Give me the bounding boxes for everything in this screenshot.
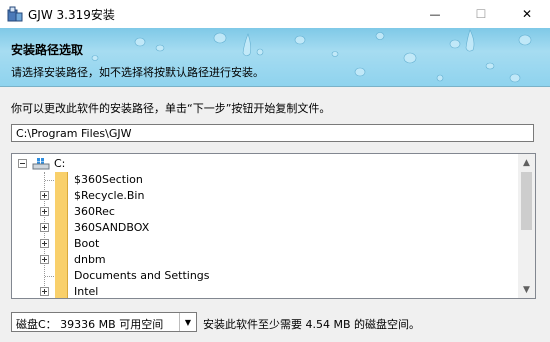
tree-item[interactable]: 360Rec <box>12 204 517 220</box>
tree-item-label: $360Section <box>74 173 143 186</box>
expand-icon[interactable] <box>40 255 49 264</box>
close-button[interactable]: ✕ <box>504 0 550 28</box>
tree-item-label: dnbm <box>74 253 106 266</box>
tree-item[interactable]: Documents and Settings <box>12 268 517 284</box>
folder-icon <box>55 204 68 220</box>
scroll-down-button[interactable]: ▼ <box>518 281 535 298</box>
window-title: GJW 3.319安装 <box>28 8 115 22</box>
chevron-down-icon: ▼ <box>523 284 530 295</box>
tree-item[interactable]: Boot <box>12 236 517 252</box>
installer-window: GJW 3.319安装 — ☐ ✕ 安装路径选取 请选择安装路径，如不选择将按默… <box>0 0 550 342</box>
header-banner: 安装路径选取 请选择安装路径，如不选择将按默认路径进行安装。 <box>0 28 550 87</box>
minimize-icon: — <box>429 7 441 21</box>
close-icon: ✕ <box>521 7 533 21</box>
chevron-up-icon: ▲ <box>523 157 530 168</box>
folder-tree[interactable]: C: $360Section $Recycle.Bin 360Rec 360SA… <box>11 153 536 299</box>
required-space-text: 安装此软件至少需要 4.54 MB 的磁盘空间。 <box>203 318 421 331</box>
tree-item[interactable]: dnbm <box>12 252 517 268</box>
tree-item[interactable]: 360SANDBOX <box>12 220 517 236</box>
tree-item[interactable]: $Recycle.Bin <box>12 188 517 204</box>
folder-icon <box>55 252 68 268</box>
minimize-button[interactable]: — <box>412 0 458 28</box>
instruction-text: 你可以更改此软件的安装路径，单击“下一步”按钮开始复制文件。 <box>11 102 331 115</box>
drive-select-value: 磁盘C： 39336 MB 可用空间 <box>16 318 164 331</box>
expand-icon[interactable] <box>40 191 49 200</box>
tree-item-label: Intel <box>74 285 99 298</box>
tree-item-label: $Recycle.Bin <box>74 189 145 202</box>
folder-icon <box>55 268 68 284</box>
folder-icon <box>55 220 68 236</box>
scroll-thumb[interactable] <box>521 172 532 230</box>
folder-tree-list: C: $360Section $Recycle.Bin 360Rec 360SA… <box>12 154 517 298</box>
expand-icon[interactable] <box>40 287 49 296</box>
header-title: 安装路径选取 <box>11 43 84 57</box>
drive-select[interactable]: 磁盘C： 39336 MB 可用空间 ▼ <box>11 312 197 332</box>
tree-connector <box>45 276 54 277</box>
drive-icon <box>32 158 50 170</box>
folder-icon <box>55 172 68 188</box>
tree-root-label: C: <box>54 157 66 170</box>
tree-item-label: Boot <box>74 237 100 250</box>
expand-icon[interactable] <box>40 223 49 232</box>
tree-item-label: 360SANDBOX <box>74 221 150 234</box>
tree-scrollbar[interactable]: ▲ ▼ <box>518 154 535 298</box>
dropdown-arrow-icon[interactable]: ▼ <box>179 313 196 331</box>
expand-icon[interactable] <box>40 239 49 248</box>
collapse-icon[interactable] <box>18 159 27 168</box>
tree-item-label: 360Rec <box>74 205 115 218</box>
title-bar: GJW 3.319安装 — ☐ ✕ <box>0 0 550 28</box>
tree-root-drive[interactable]: C: <box>12 156 517 172</box>
header-subtitle: 请选择安装路径，如不选择将按默认路径进行安装。 <box>11 66 264 79</box>
maximize-button[interactable]: ☐ <box>458 0 504 28</box>
install-path-input[interactable] <box>11 124 534 142</box>
expand-icon[interactable] <box>40 207 49 216</box>
folder-icon <box>55 188 68 204</box>
scroll-up-button[interactable]: ▲ <box>518 154 535 171</box>
tree-item-label: Documents and Settings <box>74 269 210 282</box>
folder-icon <box>55 236 68 252</box>
app-icon <box>7 6 23 22</box>
folder-icon <box>55 284 68 298</box>
maximize-icon: ☐ <box>475 7 487 21</box>
tree-item[interactable]: Intel <box>12 284 517 298</box>
tree-connector <box>45 180 54 181</box>
tree-item[interactable]: $360Section <box>12 172 517 188</box>
